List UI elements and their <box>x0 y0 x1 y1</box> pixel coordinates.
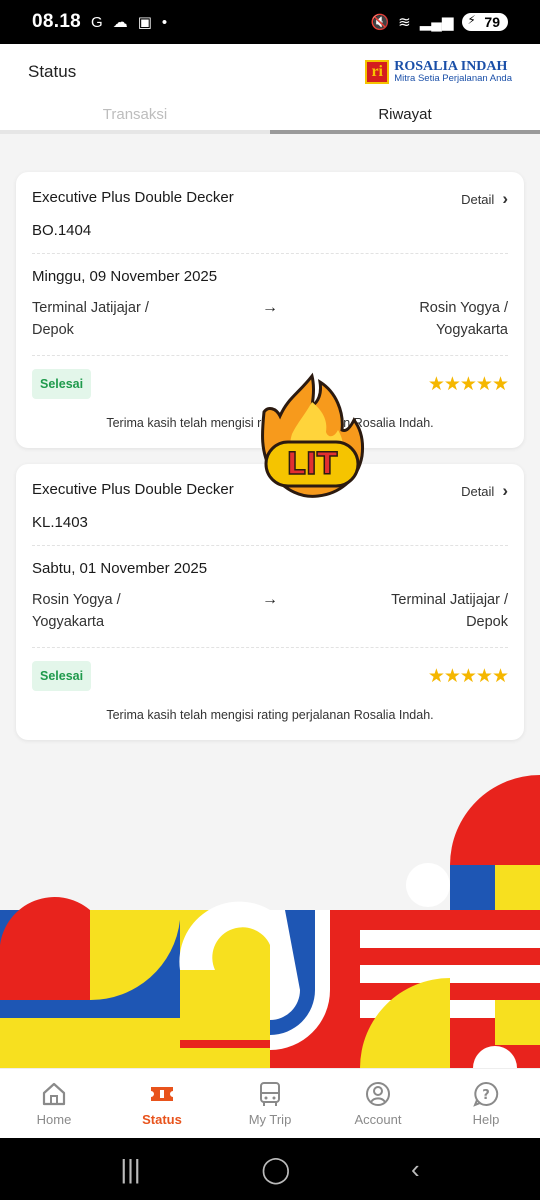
mute-icon: 🔇 <box>370 14 390 31</box>
route: Rosin Yogya / Yogyakarta → Terminal Jati… <box>32 589 508 633</box>
ticket-icon <box>151 1087 173 1101</box>
brand-logo: ri ROSALIA INDAH Mitra Setia Perjalanan … <box>365 58 512 85</box>
destination: Rosin Yogya / Yogyakarta <box>308 297 508 341</box>
rating-stars: ★★★★★ <box>427 373 509 395</box>
tab-transaksi[interactable]: Transaksi <box>0 100 270 134</box>
page-title: Status <box>28 62 77 81</box>
battery-indicator: 79 <box>462 13 508 31</box>
destination-line1: Rosin Yogya / <box>419 300 508 316</box>
origin: Rosin Yogya / Yogyakarta <box>32 589 232 633</box>
trip-code: KL.1403 <box>32 514 88 531</box>
origin-line2: Depok <box>32 322 74 338</box>
origin-line1: Terminal Jatijajar / <box>32 300 149 316</box>
app-header: Status ri ROSALIA INDAH Mitra Setia Perj… <box>0 44 540 100</box>
bus-class: Executive Plus Double Decker <box>32 481 234 498</box>
detail-link[interactable]: Detail › <box>461 481 508 501</box>
sticker-text: LIT <box>287 447 338 482</box>
origin-line2: Yogyakarta <box>32 614 105 630</box>
nav-home[interactable]: Home <box>0 1069 108 1138</box>
trip-date: Minggu, 09 November 2025 <box>32 268 218 285</box>
nav-status-label: Status <box>142 1112 182 1127</box>
nav-home-label: Home <box>36 1112 72 1127</box>
help-icon: ? <box>473 1081 499 1107</box>
divider <box>32 355 508 356</box>
lit-fire-sticker: LIT <box>260 372 364 498</box>
detail-label: Detail <box>461 191 495 207</box>
arrow-right-icon: → <box>262 299 278 316</box>
recent-apps-icon[interactable]: ||| <box>120 1154 140 1185</box>
detail-label: Detail <box>461 483 495 499</box>
decorative-pattern <box>0 775 540 1068</box>
nav-account-label: Account <box>354 1112 402 1127</box>
back-icon[interactable]: ‹ <box>411 1154 420 1185</box>
destination-line2: Depok <box>466 614 508 630</box>
bottom-navigation: Home Status My Trip Account ? Help <box>0 1068 540 1138</box>
account-icon <box>366 1082 390 1106</box>
home-button-icon[interactable]: ◯ <box>261 1154 290 1185</box>
nav-help-label: Help <box>472 1112 500 1127</box>
system-navigation-bar: ||| ◯ ‹ <box>0 1138 540 1200</box>
destination: Terminal Jatijajar / Depok <box>308 589 508 633</box>
dot-icon: • <box>161 13 168 31</box>
divider <box>32 253 508 254</box>
destination-line1: Terminal Jatijajar / <box>391 592 508 608</box>
detail-link[interactable]: Detail › <box>461 189 508 209</box>
rating-stars: ★★★★★ <box>427 665 509 687</box>
trip-date: Sabtu, 01 November 2025 <box>32 560 208 577</box>
divider <box>32 545 508 546</box>
screenshot-icon: ▣ <box>137 14 152 31</box>
signal-icon: ▂▄▆ <box>419 14 454 31</box>
g-app-icon: G <box>91 13 103 31</box>
cloud-icon: ☁ <box>112 14 128 31</box>
bus-icon <box>260 1082 280 1106</box>
rating-thanks: Terima kasih telah mengisi rating perjal… <box>106 708 434 722</box>
origin-line1: Rosin Yogya / <box>32 592 121 608</box>
status-badge: Selesai <box>32 661 92 691</box>
wifi-icon: ≋ <box>398 14 411 31</box>
logo-tagline: Mitra Setia Perjalanan Anda <box>394 73 512 85</box>
destination-line2: Yogyakarta <box>435 322 508 338</box>
home-icon <box>42 1082 66 1106</box>
nav-help[interactable]: ? Help <box>432 1069 540 1138</box>
nav-my-trip-label: My Trip <box>248 1112 292 1127</box>
logo-name: ROSALIA INDAH <box>394 58 508 74</box>
origin: Terminal Jatijajar / Depok <box>32 297 232 341</box>
divider <box>32 647 508 648</box>
trip-card[interactable]: Executive Plus Double Decker Detail › KL… <box>16 464 524 740</box>
clock: 08.18 <box>32 11 82 32</box>
nav-status[interactable]: Status <box>108 1069 216 1138</box>
trip-code: BO.1404 <box>32 222 92 239</box>
route: Terminal Jatijajar / Depok → Rosin Yogya… <box>32 297 508 341</box>
status-badge: Selesai <box>32 369 92 399</box>
tab-riwayat[interactable]: Riwayat <box>270 100 540 134</box>
status-tabs: Transaksi Riwayat <box>0 100 540 134</box>
logo-mark: ri <box>365 60 390 84</box>
status-bar: 08.18 G ☁ ▣ • 🔇 ≋ ▂▄▆ 79 <box>0 0 540 44</box>
svg-text:?: ? <box>482 1088 490 1103</box>
arrow-right-icon: → <box>262 591 278 608</box>
nav-account[interactable]: Account <box>324 1069 432 1138</box>
bus-class: Executive Plus Double Decker <box>32 189 234 206</box>
chevron-right-icon: › <box>502 481 508 500</box>
chevron-right-icon: › <box>502 189 508 208</box>
nav-my-trip[interactable]: My Trip <box>216 1069 324 1138</box>
